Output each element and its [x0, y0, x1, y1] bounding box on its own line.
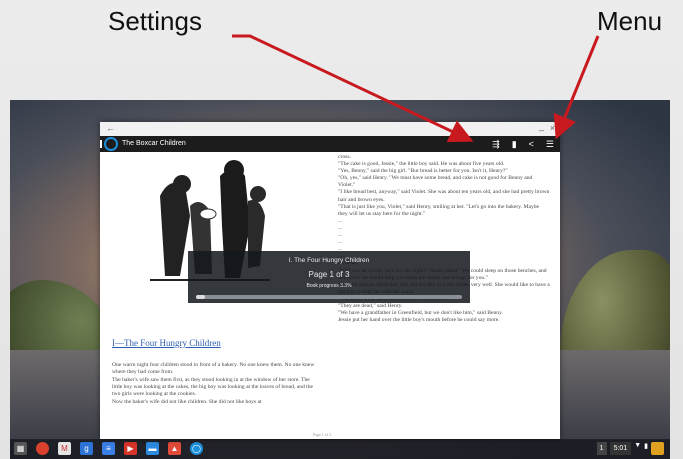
photos-icon[interactable]: ▲	[168, 442, 181, 455]
paragraph: ...	[338, 232, 343, 239]
overlay-page: Page 1 of 3	[308, 270, 350, 279]
youtube-icon[interactable]: ▶	[124, 442, 137, 455]
paragraph: Jessie put her hand over the little boy'…	[338, 317, 500, 324]
bookmark-icon[interactable]: ▮	[512, 136, 517, 152]
overlay-chapter: I. The Four Hungry Children	[288, 257, 370, 264]
user-avatar[interactable]	[651, 442, 664, 455]
app-logo-icon	[104, 137, 118, 151]
docs-icon[interactable]: ≡	[102, 442, 115, 455]
clock: 5:01	[609, 442, 632, 455]
paragraph: "I like bread best, anyway," said Violet…	[338, 189, 550, 203]
paragraph: Now the baker's wife did not like childr…	[112, 399, 262, 405]
apps-launcher-icon[interactable]: ▦	[14, 442, 27, 455]
system-tray[interactable]: 1 5:01 ▼ ▮	[596, 442, 664, 455]
progress-fill	[196, 295, 205, 299]
drawer-handle[interactable]	[100, 140, 102, 148]
paragraph: "That is just like you, Violet," said He…	[338, 203, 540, 217]
paragraph: ...	[338, 224, 343, 231]
battery-icon: ▮	[644, 443, 648, 450]
settings-annotation-label: Settings	[108, 6, 202, 36]
left-page-text: One warm night four children stood in fr…	[112, 362, 320, 407]
overlay-progress-label: Book progress 3.3%	[306, 283, 352, 289]
paragraph: The baker's wife saw them first, as they…	[112, 377, 314, 397]
minimize-button[interactable]: _	[539, 121, 544, 131]
window-titlebar: ← _ ×	[100, 121, 560, 136]
progress-slider[interactable]	[196, 295, 462, 299]
back-icon[interactable]: ←	[106, 123, 115, 133]
paragraph: One warm night four children stood in fr…	[112, 362, 315, 375]
tray-number: 1	[596, 442, 607, 455]
book-title: The Boxcar Children	[122, 140, 186, 147]
paragraph: "Oh, yes," said Henry. "We must have som…	[338, 175, 533, 189]
settings-icon[interactable]: ⇶	[492, 136, 500, 152]
files-icon[interactable]: ▬	[146, 442, 159, 455]
share-icon[interactable]: <	[529, 136, 534, 152]
menu-annotation-label: Menu	[597, 6, 663, 36]
paragraph: ...	[338, 217, 343, 224]
paragraph: "They are dead," said Henry.	[338, 302, 403, 309]
app-toolbar: The Boxcar Children ⇶ ▮ < ☰	[100, 136, 560, 152]
google-plus-icon[interactable]: g	[80, 442, 93, 455]
paragraph: ...	[338, 239, 343, 246]
chapter-link[interactable]: I—The Four Hungry Children	[112, 338, 221, 348]
close-button[interactable]: ×	[550, 123, 555, 133]
taskbar: ▦ M g ≡ ▶ ▬ ▲ ◯ 1 5:01 ▼ ▮	[10, 439, 670, 459]
wifi-icon: ▼	[634, 442, 642, 449]
gmail-icon[interactable]: M	[58, 442, 71, 455]
chrome-icon[interactable]	[36, 442, 49, 455]
menu-icon[interactable]: ☰	[546, 136, 554, 152]
page-footer: Page 1 of 3	[313, 432, 332, 437]
progress-overlay: I. The Four Hungry Children Page 1 of 3 …	[188, 251, 470, 303]
reader-icon[interactable]: ◯	[190, 442, 203, 455]
